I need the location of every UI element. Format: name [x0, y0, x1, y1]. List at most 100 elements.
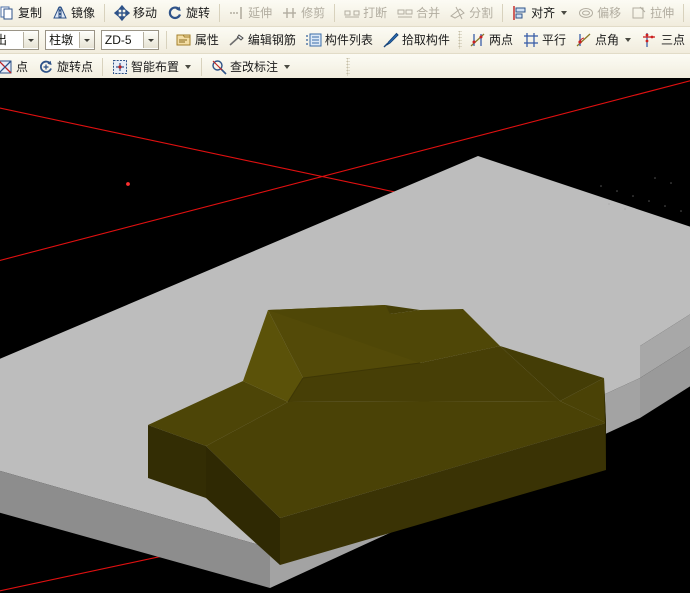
cut-combo-arrow[interactable]: [23, 32, 39, 48]
copy-icon: [0, 6, 13, 20]
toolbar-label-mirror: 镜像: [71, 6, 96, 20]
toolbar-separator: [201, 58, 203, 76]
toolbar-button-split[interactable]: 分割: [445, 1, 498, 25]
toolbar-button-merge[interactable]: 合并: [392, 1, 445, 25]
toolbar-button-move[interactable]: 移动: [109, 1, 162, 25]
toolbar-separator: [165, 31, 167, 49]
toolbar-button-rotate[interactable]: 旋转: [162, 1, 215, 25]
chevron-down-icon[interactable]: [561, 11, 568, 15]
toolbar-separator: [102, 58, 104, 76]
two-point-icon: [470, 33, 485, 47]
toolbar-button-extend[interactable]: 延伸: [224, 1, 277, 25]
component-name-value: ZD-5: [104, 33, 132, 47]
toolbar-separator: [104, 4, 106, 22]
toolbar-button-properties[interactable]: 属性: [171, 28, 224, 52]
chevron-down-icon: [28, 38, 35, 42]
smart-layout-icon: [113, 60, 128, 74]
toolbar-button-three-point[interactable]: 三点: [637, 28, 690, 52]
cut-combo-value: 出: [0, 33, 8, 47]
cut-combo[interactable]: 出: [0, 30, 40, 50]
point-angle-icon: [576, 33, 591, 47]
toolbar-button-pick-component[interactable]: 拾取构件: [378, 28, 455, 52]
chevron-down-icon[interactable]: [284, 65, 291, 69]
toolbar-button-rotate-point[interactable]: 旋转点: [33, 55, 98, 78]
toolbar-button-break[interactable]: 打断: [339, 1, 392, 25]
chevron-down-icon: [147, 38, 154, 42]
toolbar-label-component-list: 构件列表: [324, 33, 373, 47]
toolbar-label-trim: 修剪: [301, 6, 326, 20]
draw-toolbar: 点 旋转点 智能布置 查改标注: [0, 54, 690, 78]
toolbar-label-merge: 合并: [416, 6, 441, 20]
rotate-point-icon: [40, 60, 52, 73]
chevron-down-icon[interactable]: [185, 65, 192, 69]
toolbar-button-two-point[interactable]: 两点: [465, 28, 518, 52]
component-name-combo[interactable]: ZD-5: [100, 30, 159, 50]
toolbar-label-parallel: 平行: [541, 33, 566, 47]
toolbar-button-align[interactable]: 对齐: [507, 1, 573, 25]
rotate-icon: [168, 6, 182, 20]
toolbar-label-point-angle: 点角: [594, 33, 619, 47]
toolbar-button-stretch[interactable]: 拉伸: [626, 1, 679, 25]
split-icon: [450, 6, 465, 20]
toolbar-label-rotate-point: 旋转点: [57, 60, 94, 74]
toolbar-label-point: 点: [16, 60, 29, 74]
toolbar-label-offset: 偏移: [597, 6, 622, 20]
edit-annotation-icon: [212, 60, 227, 75]
toolbar-label-smart-layout: 智能布置: [131, 60, 180, 74]
align-icon: [513, 6, 526, 20]
pick-component-icon: [383, 32, 399, 48]
toolbar-separator: [502, 4, 504, 22]
toolbar-label-copy: 复制: [18, 6, 43, 20]
properties-icon: [176, 34, 191, 46]
toolbar-label-rotate: 旋转: [186, 6, 211, 20]
toolbar-separator: [683, 4, 685, 22]
crosshair-center: [126, 182, 130, 186]
3d-model-view[interactable]: [0, 78, 690, 593]
break-icon: [344, 10, 360, 18]
toolbar-label-properties: 属性: [194, 33, 219, 47]
toolbar-label-edit-rebar: 编辑钢筋: [247, 33, 296, 47]
toolbar-separator: [334, 4, 336, 22]
stretch-icon: [632, 6, 646, 19]
toolbar-grip-right[interactable]: [346, 58, 350, 76]
point-icon: [0, 60, 12, 74]
property-toolbar: 出 柱墩 ZD-5 属性 编辑钢筋 构件列表 拾取构件 两点 平行 点角 三点: [0, 27, 690, 54]
offset-icon: [579, 8, 594, 18]
application-window: 复制 镜像 移动 旋转 延伸 修剪 打断 合并 分割 对齐 偏移 拉伸 出 柱墩…: [0, 0, 690, 593]
toolbar-button-point[interactable]: 点: [0, 55, 33, 78]
component-type-value: 柱墩: [49, 33, 74, 47]
merge-icon: [397, 9, 413, 18]
toolbar-separator: [219, 4, 221, 22]
component-name-arrow[interactable]: [142, 32, 158, 48]
model-canvas[interactable]: [0, 78, 690, 593]
component-type-combo[interactable]: 柱墩: [45, 30, 95, 50]
trim-icon: [283, 8, 297, 18]
toolbar-button-offset[interactable]: 偏移: [573, 1, 626, 25]
toolbar-label-pick-component: 拾取构件: [401, 33, 450, 47]
toolbar-label-split: 分割: [469, 6, 494, 20]
toolbar-label-move: 移动: [133, 6, 158, 20]
toolbar-label-align: 对齐: [531, 6, 556, 20]
toolbar-button-copy[interactable]: 复制: [0, 1, 47, 25]
edit-toolbar: 复制 镜像 移动 旋转 延伸 修剪 打断 合并 分割 对齐 偏移 拉伸: [0, 0, 690, 27]
parallel-icon: [523, 33, 538, 47]
toolbar-button-component-list[interactable]: 构件列表: [301, 28, 378, 52]
toolbar-grip[interactable]: [457, 31, 462, 49]
move-icon: [114, 5, 131, 21]
chevron-down-icon: [83, 38, 90, 42]
toolbar-area: 复制 镜像 移动 旋转 延伸 修剪 打断 合并 分割 对齐 偏移 拉伸 出 柱墩…: [0, 0, 690, 78]
toolbar-button-smart-layout[interactable]: 智能布置: [107, 55, 197, 78]
toolbar-button-parallel[interactable]: 平行: [518, 28, 571, 52]
chevron-down-icon[interactable]: [624, 38, 631, 42]
component-type-arrow[interactable]: [78, 32, 94, 48]
toolbar-label-extend: 延伸: [248, 6, 273, 20]
toolbar-button-point-angle[interactable]: 点角: [571, 28, 637, 52]
toolbar-label-stretch: 拉伸: [650, 6, 675, 20]
toolbar-button-edit-rebar[interactable]: 编辑钢筋: [224, 28, 301, 52]
toolbar-button-trim[interactable]: 修剪: [277, 1, 330, 25]
toolbar-label-edit-annotation: 查改标注: [230, 60, 279, 74]
toolbar-label-three-point: 三点: [660, 33, 685, 47]
mirror-icon: [53, 6, 67, 20]
toolbar-button-mirror[interactable]: 镜像: [47, 1, 100, 25]
toolbar-button-edit-annotation[interactable]: 查改标注: [206, 55, 296, 78]
